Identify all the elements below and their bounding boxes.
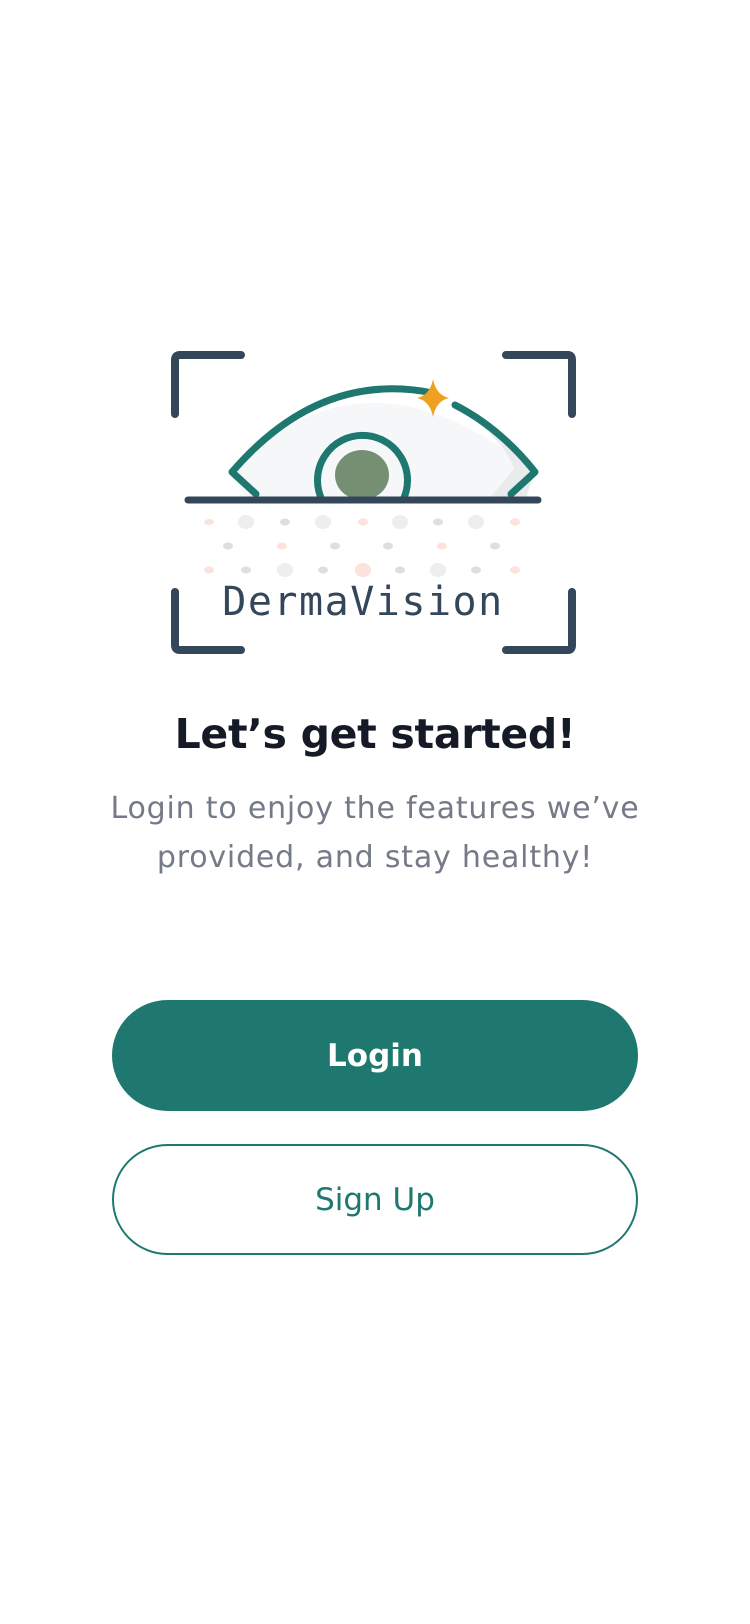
- signup-button[interactable]: Sign Up: [112, 1144, 638, 1255]
- pupil: [335, 450, 389, 500]
- welcome-title: Let’s get started!: [174, 710, 576, 758]
- login-button[interactable]: Login: [112, 1000, 638, 1111]
- eye-scan-logo-icon: DermaVision: [171, 351, 576, 654]
- welcome-subtitle: Login to enjoy the features we’ve provid…: [110, 791, 640, 875]
- skin-dots: [204, 515, 520, 577]
- brand-name: DermaVision: [222, 579, 503, 625]
- app-logo: DermaVision: [170, 350, 580, 660]
